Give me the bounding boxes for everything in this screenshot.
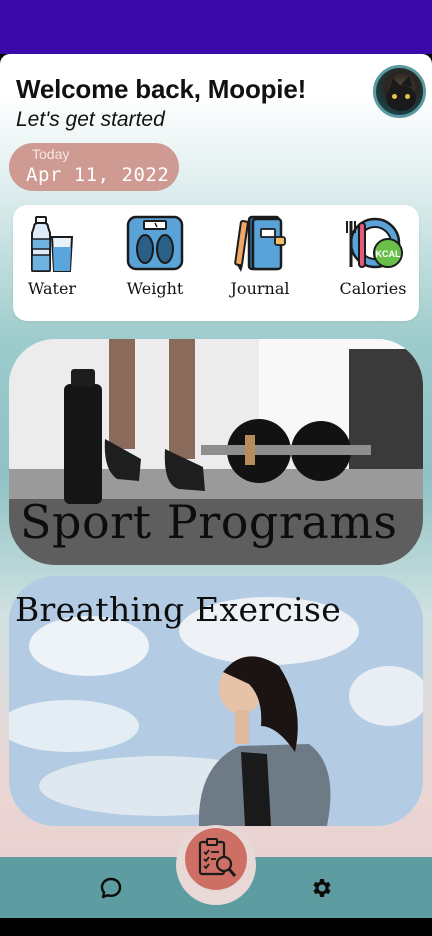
tracker-calories-label: Calories [339,279,407,298]
tracker-calories[interactable]: KCAL Calories [325,205,421,321]
tracker-water[interactable]: Water [4,205,100,321]
status-bar [0,0,432,54]
tracker-water-label: Water [27,279,77,298]
date-label: Today [32,146,70,162]
welcome-subtitle: Let's get started [16,108,165,131]
gear-icon[interactable] [310,876,334,900]
checklist-search-icon [198,838,237,877]
journal-icon [234,215,286,272]
checklist-fab-button[interactable] [185,828,247,890]
chat-icon[interactable] [99,876,123,900]
breathing-exercise-title: Breathing Exercise [15,590,342,629]
calories-icon: KCAL [346,217,403,269]
avatar[interactable] [373,65,426,118]
welcome-heading: Welcome back, Moopie! [16,74,307,104]
system-nav-bar [0,918,432,936]
sport-programs-title: Sport Programs [20,495,398,549]
date-value: Apr 11, 2022 [26,164,170,186]
breathing-exercise-card[interactable]: Breathing Exercise [9,576,423,826]
tracker-card: Water Weight Journal KCAL Calories [13,205,419,321]
tracker-journal[interactable]: Journal [212,205,308,321]
home-screen: Welcome back, Moopie! Let's get started … [0,54,432,918]
date-pill[interactable]: Today Apr 11, 2022 [9,143,179,191]
calories-badge-text: KCAL [376,249,401,259]
tracker-journal-label: Journal [230,279,290,298]
water-icon [31,216,74,272]
tracker-weight-label: Weight [126,279,184,298]
sport-programs-card[interactable]: Sport Programs [9,339,423,565]
tracker-weight[interactable]: Weight [107,205,203,321]
scale-icon [126,215,184,271]
